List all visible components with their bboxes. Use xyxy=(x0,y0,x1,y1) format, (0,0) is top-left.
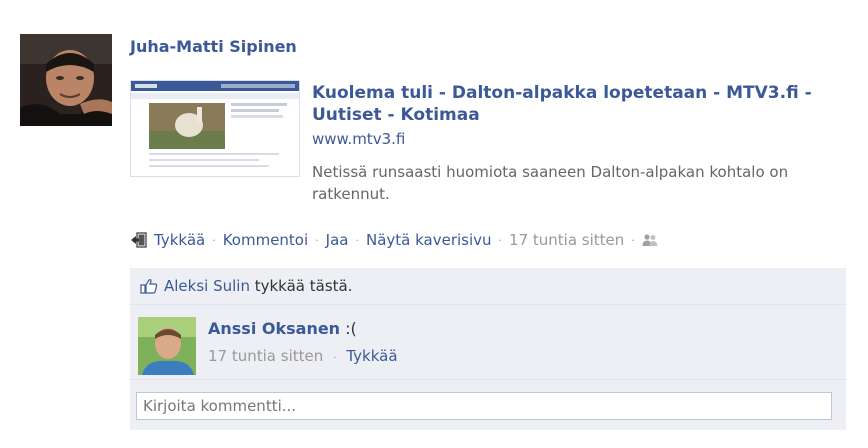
comment-composer xyxy=(130,380,846,430)
story-actions: Tykkää · Kommentoi · Jaa · Näytä kaveris… xyxy=(130,231,658,249)
see-friendship-link[interactable]: Näytä kaverisivu xyxy=(366,231,492,249)
separator: · xyxy=(355,233,359,247)
commenter-avatar[interactable] xyxy=(138,317,196,375)
comment-input[interactable] xyxy=(136,392,832,420)
thumbs-up-icon xyxy=(140,278,158,294)
comment-link[interactable]: Kommentoi xyxy=(223,231,308,249)
likes-text: tykkää tästä. xyxy=(249,277,353,295)
author-avatar-image xyxy=(20,34,112,126)
attachment-thumbnail[interactable] xyxy=(130,80,300,177)
author-avatar[interactable] xyxy=(20,34,112,126)
commenter-avatar-image xyxy=(138,317,196,375)
share-icon xyxy=(130,231,148,249)
separator: · xyxy=(315,233,319,247)
friends-icon[interactable] xyxy=(642,233,658,247)
comment-timestamp[interactable]: 17 tuntia sitten xyxy=(208,347,323,365)
separator: · xyxy=(631,233,635,247)
separator: · xyxy=(498,233,503,247)
attachment-thumbnail-image xyxy=(131,81,299,176)
separator: · xyxy=(333,351,337,364)
comment-item: Anssi Oksanen :( 17 tuntia sitten · Tykk… xyxy=(130,305,846,380)
separator: · xyxy=(212,233,216,247)
comment-text: :( xyxy=(340,319,357,338)
comment-body: Anssi Oksanen :( xyxy=(208,319,357,338)
share-link[interactable]: Jaa xyxy=(326,231,349,249)
comment-meta: 17 tuntia sitten · Tykkää xyxy=(208,347,398,365)
attachment-description: Netissä runsaasti huomiota saaneen Dalto… xyxy=(312,163,789,203)
story-author-link[interactable]: Juha-Matti Sipinen xyxy=(130,37,297,56)
commenter-name-link[interactable]: Anssi Oksanen xyxy=(208,319,340,338)
liker-name-link[interactable]: Aleksi Sulin xyxy=(164,277,250,295)
likes-summary: Aleksi Sulin tykkää tästä. xyxy=(130,268,846,305)
attachment-domain-link[interactable]: www.mtv3.fi xyxy=(312,130,405,148)
like-link[interactable]: Tykkää xyxy=(154,231,205,249)
attachment-title-link[interactable]: Kuolema tuli - Dalton-alpakka lopetetaan… xyxy=(312,82,832,126)
comment-like-link[interactable]: Tykkää xyxy=(346,347,397,365)
story-timestamp[interactable]: 17 tuntia sitten xyxy=(509,231,624,249)
